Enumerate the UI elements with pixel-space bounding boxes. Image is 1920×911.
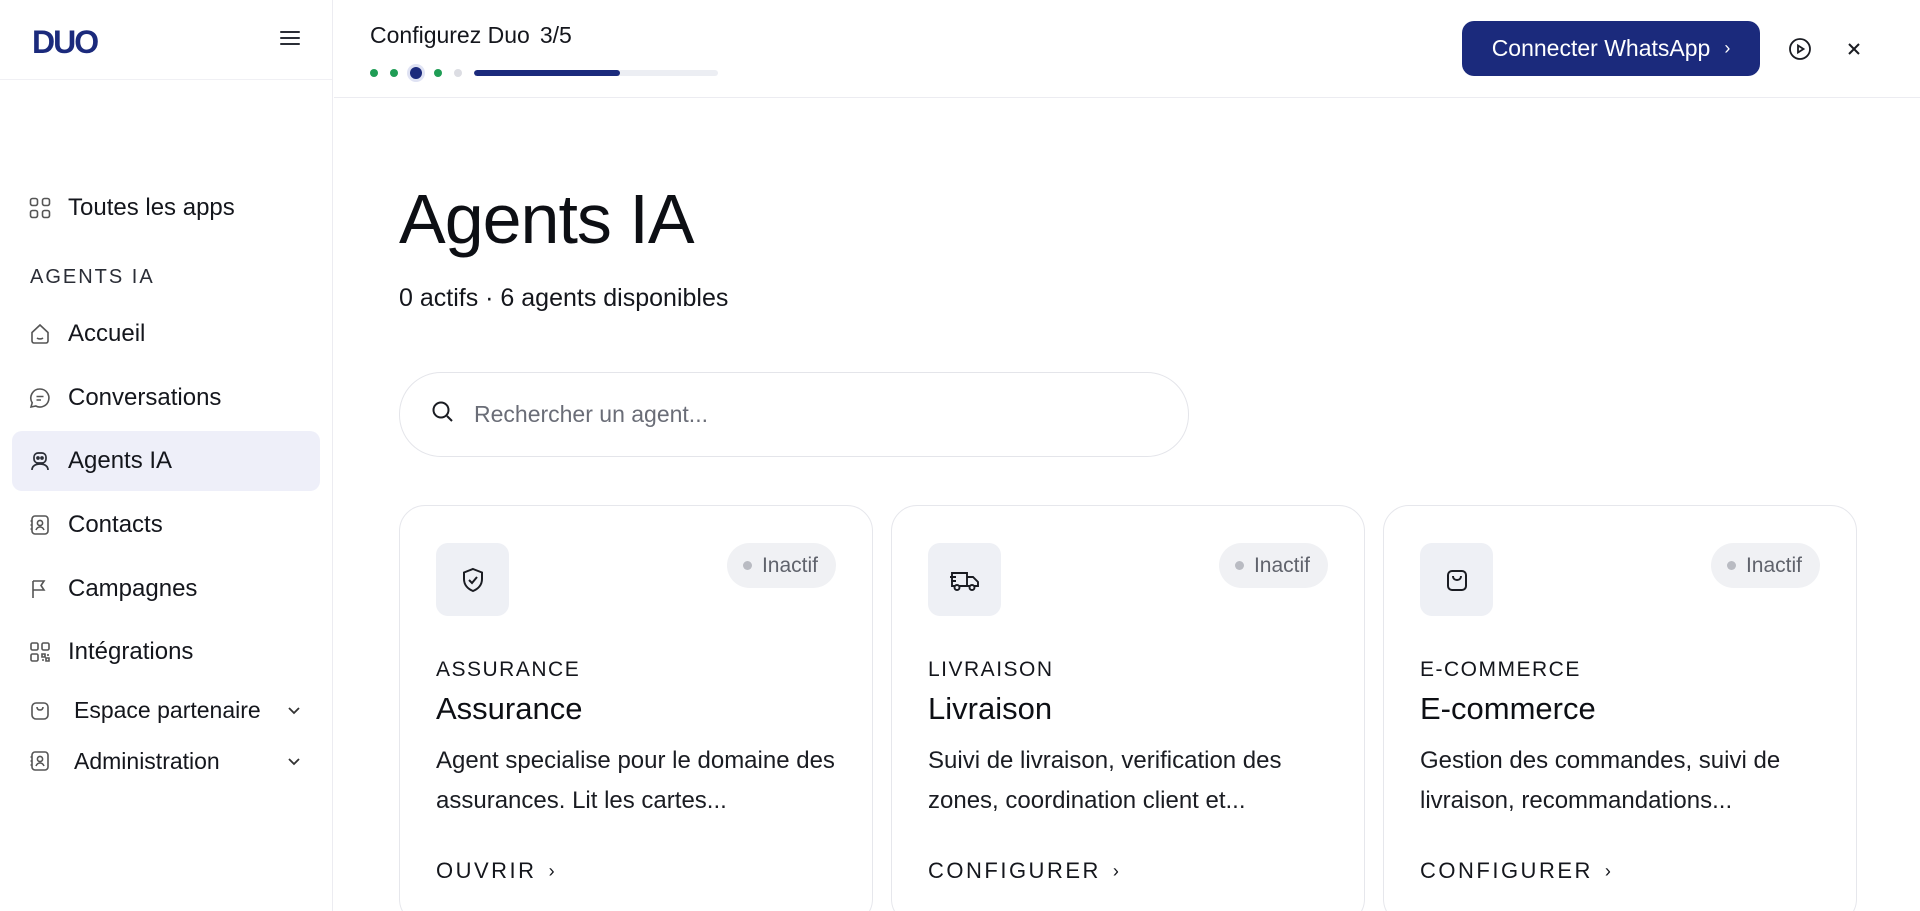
setup-title-text: Configurez Duo (370, 22, 530, 48)
status-text: Inactif (761, 553, 818, 577)
contact-card-icon (28, 749, 52, 773)
page-subtitle: 0 actifs · 6 agents disponibles (399, 284, 729, 312)
sidebar-item-label: Contacts (68, 511, 163, 538)
agent-card-e-commerce[interactable]: Inactif E-COMMERCE E-commerce Gestion de… (1383, 505, 1857, 911)
chevron-down-icon[interactable] (284, 700, 304, 720)
truck-icon (928, 543, 1001, 616)
close-icon[interactable] (1841, 36, 1867, 62)
step-dot-done (370, 69, 378, 77)
agent-category: E-COMMERCE (1420, 658, 1581, 681)
sidebar-group-label: Administration (74, 747, 220, 774)
sidebar-item-label: Accueil (68, 320, 146, 347)
sidebar-item-all-apps[interactable]: Toutes les apps (12, 178, 320, 238)
sidebar: DUO Toutes les apps AGENTS IA Accueil Co… (0, 0, 333, 911)
setup-step-dots (370, 67, 474, 79)
shield-check-icon (436, 543, 509, 616)
agent-description: Suivi de livraison, verification des zon… (928, 747, 1282, 814)
setup-step-counter: 3/5 (539, 22, 572, 48)
search-icon (430, 399, 456, 430)
sidebar-item-label: Conversations (68, 384, 222, 411)
sidebar-item-accueil[interactable]: Accueil (12, 304, 320, 364)
contact-card-icon (28, 513, 52, 537)
sidebar-group-label: Espace partenaire (74, 696, 261, 723)
agent-description: Agent specialise pour le domaine des ass… (436, 747, 835, 814)
qr-grid-icon (28, 640, 52, 664)
action-label: CONFIGURER (928, 858, 1101, 883)
configure-agent-button[interactable]: CONFIGURER › (1420, 858, 1611, 884)
status-dot (1726, 561, 1736, 570)
setup-topbar: Configurez Duo 3/5 Connecter WhatsApp › (334, 0, 1920, 98)
step-dot-todo (454, 69, 462, 77)
chevron-right-icon: › (1112, 860, 1119, 881)
setup-progress-bar (474, 70, 718, 76)
duo-logo[interactable]: DUO (32, 24, 99, 61)
chevron-down-icon[interactable] (284, 751, 304, 771)
sidebar-header: DUO (0, 0, 332, 80)
sidebar-item-integrations[interactable]: Intégrations (12, 622, 320, 682)
chevron-right-icon: › (1724, 38, 1731, 58)
setup-progress-fill (474, 70, 621, 76)
flag-icon (28, 577, 52, 601)
step-dot-done (434, 69, 442, 77)
sidebar-section-title: AGENTS IA (30, 266, 155, 288)
status-text: Inactif (1745, 553, 1802, 577)
chevron-right-icon: › (548, 860, 555, 881)
status-badge: Inactif (1710, 543, 1820, 588)
sidebar-item-conversations[interactable]: Conversations (12, 368, 320, 428)
sidebar-item-label: Intégrations (68, 638, 194, 665)
agent-search-box[interactable] (399, 372, 1189, 457)
agent-card-assurance[interactable]: Inactif ASSURANCE Assurance Agent specia… (399, 505, 873, 911)
bag-icon (28, 698, 52, 722)
action-label: OUVRIR (436, 858, 537, 883)
page-title: Agents IA (399, 180, 695, 258)
sidebar-item-label: Toutes les apps (68, 194, 235, 221)
status-badge: Inactif (1218, 543, 1328, 588)
agent-description: Gestion des commandes, suivi de livraiso… (1420, 747, 1781, 814)
status-badge: Inactif (726, 543, 836, 588)
open-agent-button[interactable]: OUVRIR › (436, 858, 555, 884)
chat-icon (28, 386, 52, 410)
agent-category: LIVRAISON (928, 658, 1054, 681)
configure-agent-button[interactable]: CONFIGURER › (928, 858, 1119, 884)
main-content: Agents IA 0 actifs · 6 agents disponible… (334, 99, 1920, 911)
status-dot (742, 561, 752, 570)
home-icon (28, 322, 52, 346)
agent-name: Livraison (928, 691, 1053, 726)
sidebar-item-campagnes[interactable]: Campagnes (12, 559, 320, 619)
sidebar-item-contacts[interactable]: Contacts (12, 495, 320, 555)
agent-category: ASSURANCE (436, 658, 581, 681)
robot-icon (28, 449, 52, 473)
status-dot (1234, 561, 1244, 570)
agent-card-livraison[interactable]: Inactif LIVRAISON Livraison Suivi de liv… (891, 505, 1365, 911)
sidebar-item-label: Agents IA (68, 447, 173, 474)
cta-label: Connecter WhatsApp (1491, 35, 1711, 61)
chevron-right-icon: › (1604, 860, 1611, 881)
setup-progress-title: Configurez Duo 3/5 (370, 22, 572, 49)
sidebar-item-label: Campagnes (68, 575, 198, 602)
status-text: Inactif (1253, 553, 1310, 577)
play-circle-icon[interactable] (1787, 36, 1813, 62)
search-input[interactable] (474, 401, 1154, 428)
apps-grid-icon (28, 196, 52, 220)
step-dot-current (410, 67, 422, 79)
connect-whatsapp-button[interactable]: Connecter WhatsApp › (1462, 21, 1760, 76)
action-label: CONFIGURER (1420, 858, 1593, 883)
step-dot-done (390, 69, 398, 77)
agent-name: Assurance (436, 691, 583, 726)
sidebar-group-administration[interactable]: Administration (12, 731, 320, 791)
sidebar-item-agents-ia[interactable]: Agents IA (12, 431, 320, 491)
hamburger-icon[interactable] (278, 27, 302, 51)
agent-name: E-commerce (1420, 691, 1596, 726)
shopping-bag-icon (1420, 543, 1493, 616)
